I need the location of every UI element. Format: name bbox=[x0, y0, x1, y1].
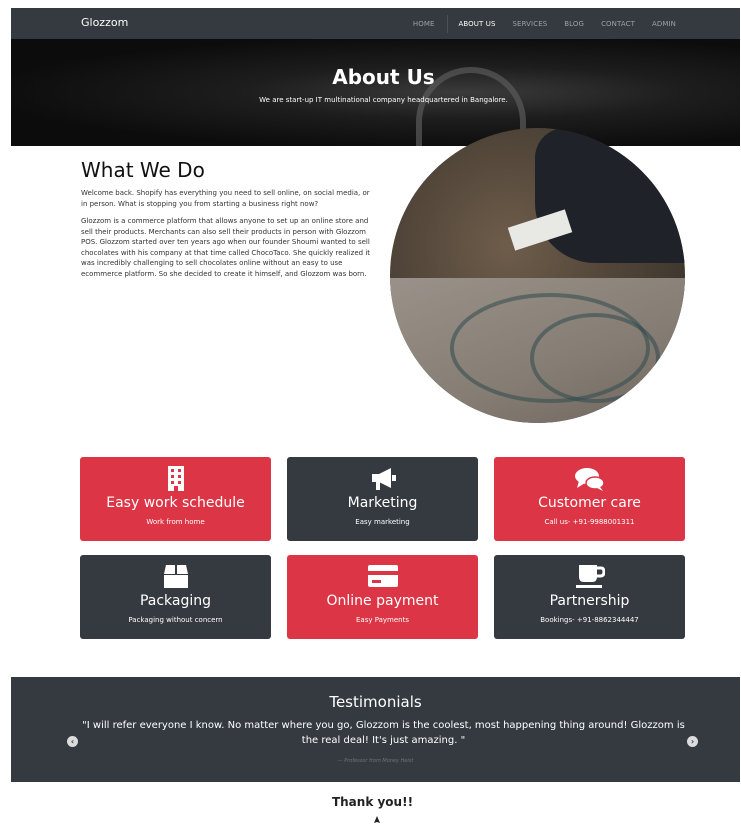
navbar: Glozzom HOME ABOUT US SERVICES BLOG CONT… bbox=[11, 8, 740, 39]
rocket-icon bbox=[374, 816, 380, 823]
card-subtitle: Easy marketing bbox=[355, 518, 410, 526]
nav-divider bbox=[446, 14, 448, 33]
what-we-do-section: What We Do Welcome back. Shopify has eve… bbox=[81, 158, 371, 286]
testimonial-author: — Professor from Money Heist bbox=[337, 758, 414, 764]
card-subtitle: Call us- +91-9988001311 bbox=[544, 518, 635, 526]
nav-about-us[interactable]: ABOUT US bbox=[459, 20, 496, 28]
nav-blog[interactable]: BLOG bbox=[564, 20, 584, 28]
about-paragraph-1: Welcome back. Shopify has everything you… bbox=[81, 189, 370, 208]
what-we-do-heading: What We Do bbox=[81, 158, 205, 182]
testimonial-quote: "I will refer everyone I know. No matter… bbox=[82, 720, 685, 746]
card-partnership[interactable]: Partnership Bookings- +91-8862344447 bbox=[494, 555, 685, 639]
about-paragraph-2: Glozzom is a commerce platform that allo… bbox=[81, 217, 371, 278]
testimonials-heading: Testimonials bbox=[329, 693, 422, 711]
hero-subtitle: We are start-up IT multinational company… bbox=[259, 96, 508, 104]
chevron-left-icon[interactable]: ‹ bbox=[67, 736, 78, 747]
card-easy-work-schedule[interactable]: Easy work schedule Work from home bbox=[80, 457, 271, 541]
card-subtitle: Packaging without concern bbox=[128, 616, 223, 624]
card-subtitle: Bookings- +91-8862344447 bbox=[540, 616, 639, 624]
testimonials-carousel: Testimonials "I will refer everyone I kn… bbox=[11, 677, 740, 782]
main-nav: HOME ABOUT US SERVICES BLOG CONTACT ADMI… bbox=[396, 8, 676, 39]
thank-you-text: Thank you!! bbox=[331, 795, 414, 809]
nav-contact[interactable]: CONTACT bbox=[601, 20, 635, 28]
card-title: Packaging bbox=[139, 593, 212, 609]
coffee-cup-icon bbox=[494, 564, 685, 590]
card-title: Online payment bbox=[326, 593, 439, 609]
credit-card-icon bbox=[287, 564, 478, 590]
card-packaging[interactable]: Packaging Packaging without concern bbox=[80, 555, 271, 639]
card-subtitle: Easy Payments bbox=[355, 616, 410, 624]
chevron-right-icon[interactable]: › bbox=[687, 736, 698, 747]
card-customer-care[interactable]: Customer care Call us- +91-9988001311 bbox=[494, 457, 685, 541]
chat-bubbles-icon bbox=[494, 466, 685, 492]
card-subtitle: Work from home bbox=[146, 518, 205, 526]
card-title: Marketing bbox=[347, 495, 418, 511]
nav-services[interactable]: SERVICES bbox=[513, 20, 548, 28]
card-title: Partnership bbox=[549, 593, 630, 609]
nav-admin[interactable]: ADMIN bbox=[652, 20, 676, 28]
card-marketing[interactable]: Marketing Easy marketing bbox=[287, 457, 478, 541]
worker-photo bbox=[390, 128, 685, 423]
nav-home[interactable]: HOME bbox=[413, 20, 435, 28]
building-icon bbox=[80, 466, 271, 492]
card-title: Customer care bbox=[538, 495, 641, 511]
card-online-payment[interactable]: Online payment Easy Payments bbox=[287, 555, 478, 639]
brand-logo[interactable]: Glozzom bbox=[81, 16, 128, 29]
hero-title: About Us bbox=[332, 65, 435, 89]
bullhorn-icon bbox=[287, 466, 478, 492]
card-title: Easy work schedule bbox=[106, 495, 245, 511]
box-icon bbox=[80, 564, 271, 590]
